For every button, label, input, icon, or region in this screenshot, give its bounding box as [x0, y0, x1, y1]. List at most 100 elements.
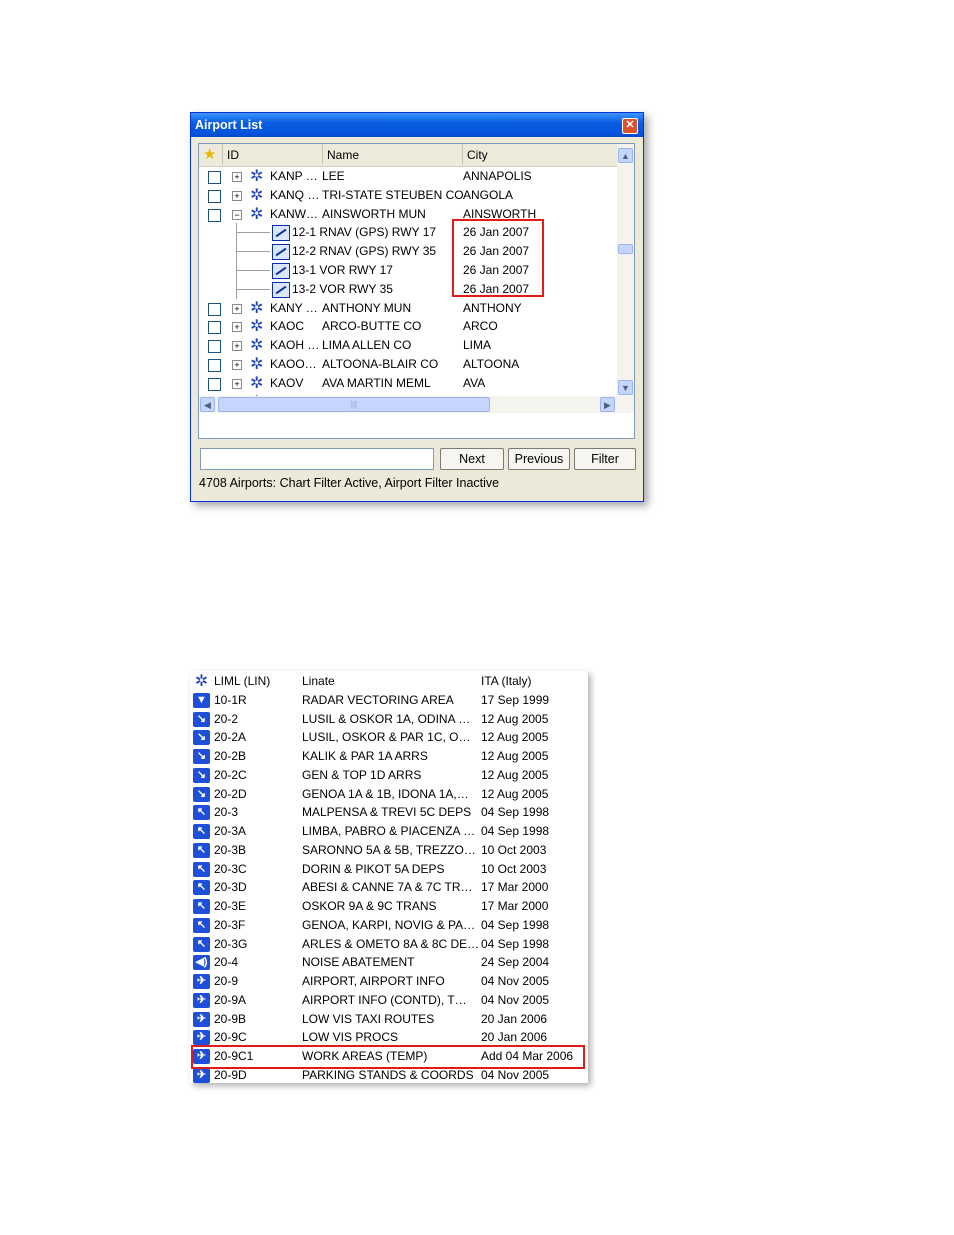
expand-toggle-icon[interactable]: + — [232, 378, 242, 389]
chart-id: 20-3F — [214, 917, 246, 932]
chart-row[interactable]: ↖ 20-3G ARLES & OMETO 8A & 8C DE… 04 Sep 19… — [190, 935, 588, 954]
chart-row[interactable]: ↖ 20-3A LIMBA, PABRO & PIACENZA … 04 Sep 19… — [190, 822, 588, 841]
select-checkbox[interactable] — [208, 359, 221, 372]
tree-line — [236, 270, 270, 271]
select-checkbox[interactable] — [208, 208, 221, 222]
highlight-box-chart-dates — [452, 219, 544, 297]
chart-id: 20-9A — [214, 992, 247, 1007]
airport-city: ALTOONA — [463, 357, 520, 371]
airport-id: KANW… — [270, 206, 318, 221]
chart-id: 20-3A — [214, 824, 247, 838]
airport-name: LEE — [322, 169, 345, 183]
scroll-up-icon[interactable]: ▲ — [618, 148, 633, 163]
favorites-column-header[interactable]: ★ — [199, 144, 223, 165]
vertical-scroll-thumb[interactable] — [618, 244, 633, 254]
tree-rows: + ✲ KANP … LEE ANNAPOLIS + ✲ KANQ … TRI-STATE ST… — [199, 167, 617, 413]
chart-row[interactable]: 12-2 RNAV (GPS) RWY 35 26 Jan 2007 — [199, 242, 617, 262]
chart-name: OSKOR 9A & 9C TRANS — [302, 899, 437, 913]
chart-row[interactable]: ↘ 20-2B KALIK & PAR 1A ARRS 12 Aug 2005 — [190, 747, 588, 766]
expand-toggle-icon[interactable]: + — [232, 341, 242, 352]
chart-row[interactable]: 12-1 RNAV (GPS) RWY 17 26 Jan 2007 — [199, 223, 617, 243]
airport-id: KAOH … — [270, 338, 320, 353]
select-checkbox[interactable] — [208, 321, 221, 335]
airport-row[interactable]: + ✲ KANP … LEE ANNAPOLIS — [199, 167, 617, 186]
chart-row[interactable]: ↘ 20-2 LUSIL & OSKOR 1A, ODINA … 12 Aug 200… — [190, 710, 588, 729]
approach-chart-icon — [272, 281, 290, 298]
chart-type-icon: ↘ — [193, 749, 210, 764]
airport-gear-icon: ✲ — [250, 299, 264, 317]
column-header-id[interactable]: ID — [223, 144, 323, 165]
airport-row[interactable]: + ✲ KAOV AVA MARTIN MEML AVA — [199, 374, 617, 393]
airport-row[interactable]: + ✲ KANQ … TRI-STATE STEUBEN CO ANGOLA — [199, 186, 617, 205]
airport-row[interactable]: + ✲ KAOC ARCO-BUTTE CO ARCO — [199, 317, 617, 336]
chart-name: ARLES & OMETO 8A & 8C DE… — [302, 936, 480, 951]
airport-id: KAOV — [270, 375, 304, 390]
search-input[interactable] — [200, 448, 434, 470]
chart-row[interactable]: ↖ 20-3C DORIN & PIKOT 5A DEPS 10 Oct 2003 — [190, 860, 588, 879]
chart-date: 04 Sep 1998 — [481, 917, 550, 932]
chart-type-icon: ↖ — [193, 936, 210, 952]
airport-header-row[interactable]: ✲ LIML (LIN) Linate ITA (Italy) — [190, 672, 588, 691]
scroll-left-icon[interactable]: ◀ — [200, 397, 215, 412]
chart-row[interactable]: ↖ 20-3 MALPENSA & TREVI 5C DEPS 04 Sep 1998 — [190, 803, 588, 822]
expand-toggle-icon[interactable]: + — [232, 172, 242, 182]
chart-date: 04 Sep 1998 — [481, 805, 550, 820]
select-checkbox[interactable] — [208, 377, 221, 391]
approach-chart-icon — [272, 244, 290, 261]
chart-date: 17 Mar 2000 — [481, 880, 549, 895]
chart-row[interactable]: ↖ 20-3D ABESI & CANNE 7A & 7C TR… 17 Mar 20… — [190, 878, 588, 897]
scroll-right-icon[interactable]: ▶ — [600, 397, 615, 412]
highlight-box-work-areas — [191, 1045, 585, 1069]
chart-row[interactable]: 13-1 VOR RWY 17 26 Jan 2007 — [199, 261, 617, 280]
airport-city: AVA — [463, 375, 486, 390]
column-header-city[interactable]: City — [463, 144, 619, 165]
chart-id: 20-2A — [214, 730, 247, 745]
chart-row[interactable]: ↖ 20-3F GENOA, KARPI, NOVIG & PA… 04 Sep 19… — [190, 916, 588, 935]
select-checkbox[interactable] — [208, 340, 221, 354]
chart-row[interactable]: ↘ 20-2D GENOA 1A & 1B, IDONA 1A,… 12 Aug 20… — [190, 785, 588, 804]
expand-toggle-icon[interactable]: + — [232, 190, 242, 201]
vertical-scrollbar[interactable]: ▲ ▼ — [617, 144, 634, 413]
airport-city: ANNAPOLIS — [463, 169, 532, 183]
expand-toggle-icon[interactable]: + — [232, 303, 242, 314]
next-button[interactable]: Next — [440, 448, 504, 470]
airport-row[interactable]: + ✲ KAOO… ALTOONA-BLAIR CO ALTOONA — [199, 355, 617, 374]
chart-id: 20-2C — [214, 767, 247, 782]
chart-row[interactable]: ↖ 20-3B SARONNO 5A & 5B, TREZZO… 10 Oct 200… — [190, 841, 588, 860]
horizontal-scroll-thumb[interactable]: ||| — [218, 397, 490, 412]
expand-toggle-icon[interactable]: + — [232, 360, 242, 370]
chart-row[interactable]: ▼ 10-1R RADAR VECTORING AREA 17 Sep 1999 — [190, 691, 588, 710]
scroll-down-icon[interactable]: ▼ — [618, 380, 633, 395]
chart-type-icon: ✈ — [193, 1011, 210, 1027]
previous-button[interactable]: Previous — [508, 448, 570, 470]
column-header-name[interactable]: Name — [323, 144, 463, 165]
chart-row[interactable]: ✈ 20-9B LOW VIS TAXI ROUTES 20 Jan 2006 — [190, 1010, 588, 1029]
airport-row[interactable]: + ✲ KANY … ANTHONY MUN ANTHONY — [199, 299, 617, 318]
status-text: 4708 Airports: Chart Filter Active, Airp… — [199, 476, 500, 490]
close-icon[interactable]: ✕ — [622, 118, 638, 134]
airport-id: KANQ … — [270, 187, 320, 202]
window-titlebar[interactable]: Airport List ✕ — [191, 113, 643, 137]
expand-toggle-icon[interactable]: − — [232, 209, 242, 220]
select-checkbox[interactable] — [208, 189, 221, 203]
select-checkbox[interactable] — [208, 171, 221, 184]
chart-id: 20-3E — [214, 899, 247, 913]
airport-tree-list[interactable]: ★ ID Name City + ✲ KANP … LEE ANNAPOLIS + ✲ KAN… — [198, 143, 635, 439]
chart-row[interactable]: ✈ 20-9A AIRPORT INFO (CONTD), T… 04 Nov 200… — [190, 991, 588, 1010]
select-checkbox[interactable] — [208, 302, 221, 316]
chart-row[interactable]: ◀) 20-4 NOISE ABATEMENT 24 Sep 2004 — [190, 953, 588, 972]
expand-toggle-icon[interactable]: + — [232, 322, 242, 333]
chart-id: 20-3 — [214, 805, 239, 820]
airport-id: KAOC — [270, 319, 305, 334]
chart-row[interactable]: 13-2 VOR RWY 35 26 Jan 2007 — [199, 279, 617, 299]
chart-row[interactable]: ↘ 20-2C GEN & TOP 1D ARRS 12 Aug 2005 — [190, 766, 588, 785]
chart-row[interactable]: ↖ 20-3E OSKOR 9A & 9C TRANS 17 Mar 2000 — [190, 897, 588, 916]
chart-type-icon: ↖ — [193, 805, 210, 821]
filter-button[interactable]: Filter — [574, 448, 636, 470]
airport-row[interactable]: + ✲ KAOH … LIMA ALLEN CO LIMA — [199, 336, 617, 355]
chart-row[interactable]: ✈ 20-9 AIRPORT, AIRPORT INFO 04 Nov 2005 — [190, 972, 588, 991]
airport-name: LIMA ALLEN CO — [322, 338, 412, 353]
chart-row[interactable]: ↘ 20-2A LUSIL, OSKOR & PAR 1C, O… 12 Aug 20… — [190, 728, 588, 747]
airport-row[interactable]: − ✲ KANW… AINSWORTH MUN AINSWORTH — [199, 205, 617, 224]
horizontal-scrollbar[interactable]: ◀ ||| ▶ — [199, 396, 617, 413]
